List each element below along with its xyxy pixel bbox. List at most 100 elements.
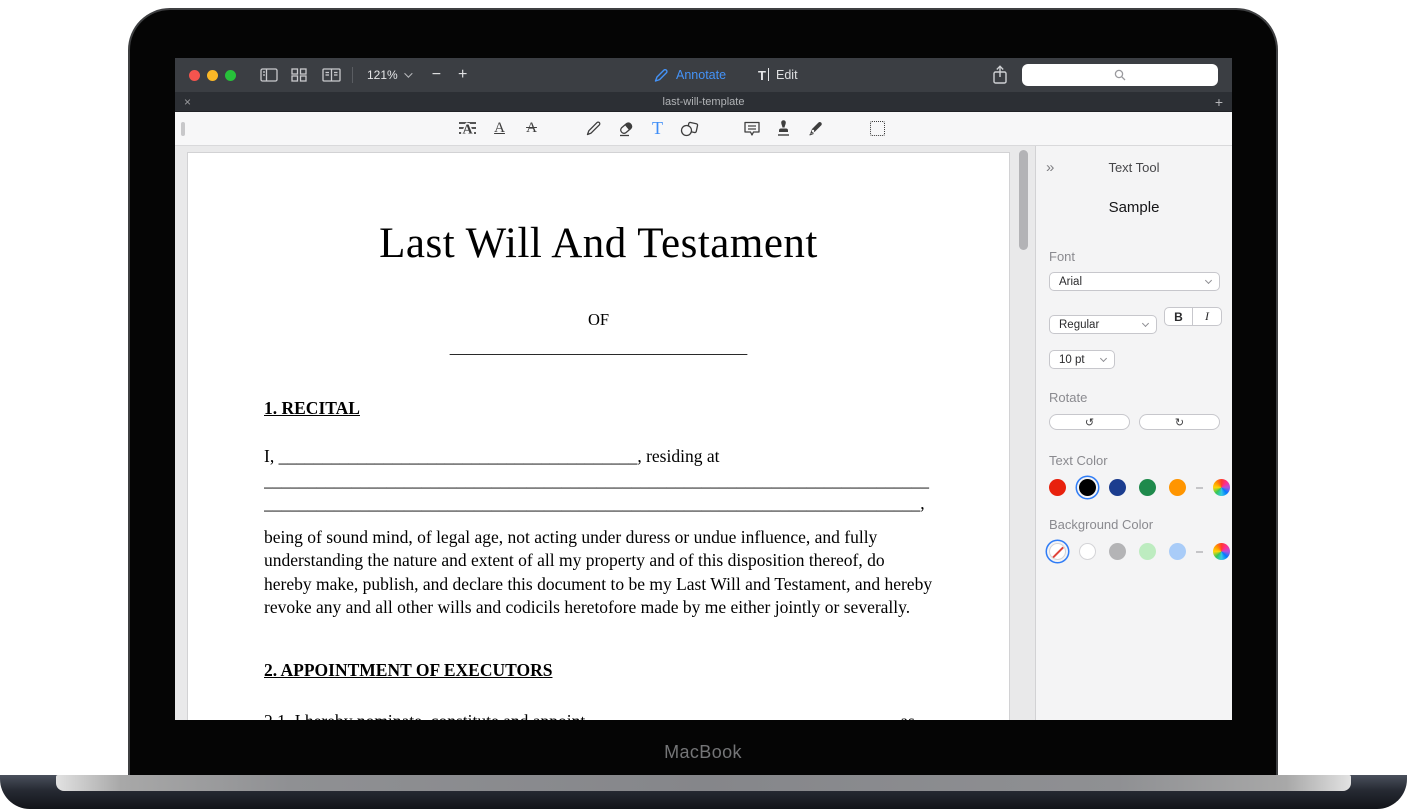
- executor-name-blank: ___________________________________: [590, 711, 896, 721]
- app-toolbar: 121% − + Annotate T Edit: [175, 58, 1232, 92]
- minimize-window-button[interactable]: [207, 70, 218, 81]
- close-window-button[interactable]: [189, 70, 200, 81]
- window-controls: [189, 70, 236, 81]
- underline-text-icon[interactable]: A: [490, 118, 509, 140]
- document-tab-title[interactable]: last-will-template: [663, 96, 745, 108]
- view-mode-buttons: [260, 68, 340, 82]
- tab-edit[interactable]: T Edit: [758, 68, 798, 83]
- selection-marquee-icon[interactable]: [868, 118, 887, 140]
- rotate-section-label: Rotate: [1049, 390, 1232, 405]
- text-color-wheel-swatch[interactable]: [1213, 479, 1230, 496]
- rotate-buttons-row: ↺ ↻: [1049, 414, 1232, 430]
- two-page-view-icon[interactable]: [322, 68, 340, 82]
- stamp-icon[interactable]: [774, 118, 793, 140]
- highlight-text-icon[interactable]: A: [458, 118, 477, 140]
- document-of-label: OF: [264, 310, 933, 330]
- share-icon[interactable]: [990, 64, 1010, 86]
- address-blank-line-1: ________________________________________…: [264, 469, 933, 492]
- zoom-level-value: 121%: [367, 68, 398, 82]
- font-size-dropdown[interactable]: 10 pt: [1049, 350, 1115, 369]
- laptop-bezel: MacBook 121%: [128, 8, 1278, 775]
- toolbar-divider: [352, 67, 353, 83]
- close-tab-button[interactable]: ×: [184, 96, 191, 108]
- annotate-pen-icon: [653, 68, 669, 83]
- shapes-icon[interactable]: [680, 118, 699, 140]
- text-color-red-swatch[interactable]: [1049, 479, 1066, 496]
- text-color-blue-swatch[interactable]: [1109, 479, 1126, 496]
- document-tab-bar: × last-will-template +: [175, 92, 1232, 112]
- document-content: Last Will And Testament OF _____________…: [188, 153, 1009, 720]
- swatch-divider: [1196, 551, 1203, 553]
- sidebar-header: » Text Tool: [1036, 160, 1232, 178]
- document-page[interactable]: Last Will And Testament OF _____________…: [187, 152, 1010, 720]
- eraser-icon[interactable]: [616, 118, 635, 140]
- recital-intro-line: I, _____________________________________…: [264, 445, 933, 469]
- bg-color-blue-swatch[interactable]: [1169, 543, 1186, 560]
- document-view: Last Will And Testament OF _____________…: [175, 146, 1035, 720]
- bg-color-green-swatch[interactable]: [1139, 543, 1156, 560]
- annotation-toolbar: A A A T: [175, 112, 1232, 146]
- background-color-label: Background Color: [1049, 517, 1232, 532]
- recital-body-paragraph: being of sound mind, of legal age, not a…: [264, 526, 933, 620]
- rotate-ccw-icon: ↺: [1085, 417, 1094, 428]
- chevron-down-icon: [1100, 355, 1107, 362]
- address-blank-line-2: ________________________________________…: [264, 492, 933, 515]
- sidebar-toggle-icon[interactable]: [260, 68, 278, 82]
- thumbnails-view-icon[interactable]: [291, 68, 309, 82]
- text-color-orange-swatch[interactable]: [1169, 479, 1186, 496]
- font-family-value: Arial: [1059, 276, 1082, 288]
- font-style-row: Regular B I: [1049, 307, 1232, 334]
- app-window: 121% − + Annotate T Edit: [175, 58, 1232, 720]
- search-input[interactable]: [1022, 64, 1218, 86]
- zoom-level-dropdown[interactable]: 121%: [367, 68, 410, 82]
- text-tool-sidebar: » Text Tool Sample Font Arial Regular B: [1035, 146, 1232, 720]
- text-tool-icon[interactable]: T: [648, 118, 667, 140]
- bg-color-gray-swatch[interactable]: [1109, 543, 1126, 560]
- bold-italic-group: B I: [1164, 307, 1222, 326]
- bg-color-white-swatch[interactable]: [1079, 543, 1096, 560]
- zoom-out-button[interactable]: −: [432, 66, 441, 84]
- font-family-dropdown[interactable]: Arial: [1049, 272, 1220, 291]
- chevron-down-icon: [1205, 277, 1212, 284]
- rotate-cw-icon: ↻: [1175, 417, 1184, 428]
- bold-button[interactable]: B: [1165, 308, 1193, 325]
- new-tab-button[interactable]: +: [1215, 95, 1223, 109]
- text-color-green-swatch[interactable]: [1139, 479, 1156, 496]
- bg-color-none-swatch[interactable]: [1049, 543, 1066, 560]
- collapse-sidebar-icon[interactable]: »: [1046, 159, 1054, 176]
- chevron-down-icon: [1142, 320, 1149, 327]
- text-color-black-swatch[interactable]: [1079, 479, 1096, 496]
- name-blank-line: ___________________________________: [264, 338, 933, 358]
- text-color-swatches: [1049, 479, 1232, 496]
- svg-text:A: A: [462, 123, 473, 138]
- macbook-brand-label: MacBook: [130, 742, 1276, 763]
- vertical-scrollbar[interactable]: [1019, 150, 1028, 250]
- note-comment-icon[interactable]: [742, 118, 761, 140]
- edit-text-icon: T: [758, 68, 769, 83]
- sidebar-title: Text Tool: [1108, 160, 1159, 175]
- fullscreen-window-button[interactable]: [225, 70, 236, 81]
- rotate-right-button[interactable]: ↻: [1139, 414, 1220, 430]
- italic-button[interactable]: I: [1193, 308, 1221, 325]
- font-style-dropdown[interactable]: Regular: [1049, 315, 1157, 334]
- annotate-label: Annotate: [676, 68, 726, 82]
- executors-heading: 2. APPOINTMENT OF EXECUTORS: [264, 660, 933, 681]
- font-style-value: Regular: [1059, 319, 1099, 331]
- bg-color-wheel-swatch[interactable]: [1213, 543, 1230, 560]
- zoom-in-button[interactable]: +: [458, 66, 467, 84]
- search-icon: [1113, 68, 1127, 82]
- signature-pen-icon[interactable]: [806, 118, 825, 140]
- testator-name-blank: ________________________________________…: [279, 446, 638, 466]
- toolbar-drag-handle[interactable]: [181, 122, 185, 136]
- chevron-down-icon: [404, 69, 412, 77]
- tab-annotate[interactable]: Annotate: [653, 68, 726, 83]
- strikethrough-text-icon[interactable]: A: [522, 118, 541, 140]
- font-preview-sample: Sample: [1036, 199, 1232, 216]
- pencil-icon[interactable]: [584, 118, 603, 140]
- rotate-left-button[interactable]: ↺: [1049, 414, 1130, 430]
- mode-tabs: Annotate T Edit: [653, 58, 798, 92]
- swatch-divider: [1196, 487, 1203, 489]
- background-color-swatches: [1049, 543, 1232, 560]
- font-size-value: 10 pt: [1059, 354, 1085, 366]
- edit-label: Edit: [776, 68, 798, 82]
